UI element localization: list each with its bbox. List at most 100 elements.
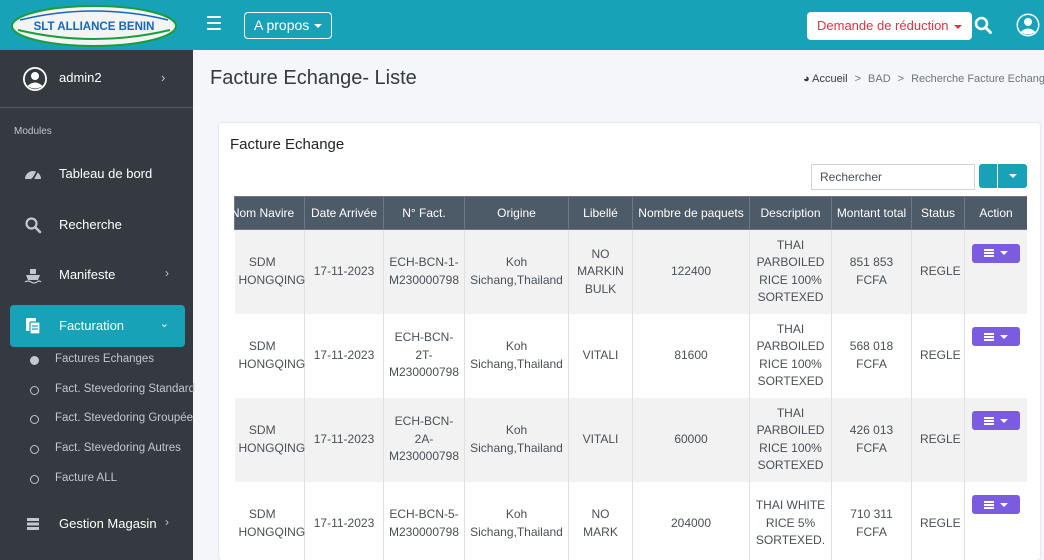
export-split-button[interactable] (979, 164, 1027, 188)
export-dropdown-toggle[interactable] (998, 164, 1027, 188)
sidebar-subitem-label: Fact. Stevedoring Standard (55, 383, 195, 395)
cell-paquets: 60000 (632, 397, 750, 482)
chevron-right-icon: › (161, 70, 166, 85)
invoice-table: Nom Navire Date Arrivée N° Fact. Origine… (234, 196, 1027, 560)
caret-down-icon (953, 24, 962, 29)
sidebar-item-label: Manifeste (59, 267, 116, 282)
column-header[interactable]: Date Arrivée (304, 196, 384, 230)
cell-fact: ECH-BCN-2T-M230000798 (383, 313, 465, 398)
cell-status: REGLE (911, 481, 965, 560)
table-header-row: Nom Navire Date Arrivée N° Fact. Origine… (234, 196, 1027, 230)
column-header[interactable]: Action (964, 196, 1027, 230)
column-header[interactable]: Description (749, 196, 832, 230)
cell-libelle: VITALI (568, 397, 633, 482)
cell-action (964, 397, 1027, 482)
circle-outline-icon (30, 445, 39, 454)
circle-outline-icon (30, 475, 39, 484)
column-header[interactable]: Status (911, 196, 965, 230)
apropos-label: A propos (254, 17, 310, 33)
breadcrumb-bad[interactable]: BAD (868, 73, 891, 85)
export-button[interactable] (979, 164, 997, 188)
circle-outline-icon (30, 415, 39, 424)
list-icon (984, 332, 994, 341)
user-panel[interactable]: admin2 › (0, 50, 193, 108)
cell-status: REGLE (911, 397, 965, 482)
sidebar-item-label: Gestion Magasin (59, 516, 157, 531)
caret-down-icon (1008, 174, 1017, 178)
sidebar-item-facturation[interactable]: Facturation ⌄ (10, 305, 185, 347)
caret-down-icon (1000, 418, 1008, 423)
cell-paquets: 81600 (632, 313, 750, 398)
cell-libelle: NO MARKIN BULK (568, 229, 633, 314)
row-action-button[interactable] (972, 327, 1020, 346)
user-avatar-icon (23, 67, 47, 91)
cell-date: 17-11-2023 (304, 229, 384, 314)
cell-action (964, 229, 1027, 314)
invoice-icon (26, 318, 41, 335)
company-logo[interactable]: SLT ALLIANCE BENIN (10, 4, 178, 48)
cell-navire: SDM HONGQING (234, 313, 305, 398)
column-header[interactable]: Libellé (568, 196, 633, 230)
menu-toggle-icon[interactable] (207, 16, 221, 30)
cell-origine: Koh Sichang,Thailand (464, 313, 569, 398)
list-icon (984, 249, 994, 257)
row-action-button[interactable] (972, 411, 1020, 430)
sidebar: admin2 › Modules Tableau de bord Recherc… (0, 50, 195, 560)
sidebar-subitem-label: Fact. Stevedoring Groupée (55, 412, 194, 424)
cell-description: THAI WHITE RICE 5% SORTEXED. (749, 481, 832, 560)
cell-navire: SDM HONGQING (234, 397, 305, 482)
cell-montant: 851 853 FCFA (831, 229, 912, 314)
cell-origine: Koh Sichang,Thailand (464, 229, 569, 314)
cell-status: REGLE (911, 229, 965, 314)
breadcrumb-separator: > (854, 73, 862, 85)
user-account-icon[interactable] (1015, 12, 1041, 38)
sidebar-item-label: Facturation (59, 318, 125, 333)
reduction-request-button[interactable]: Demande de réduction (807, 12, 972, 40)
cell-origine: Koh Sichang,Thailand (464, 481, 569, 560)
apropos-dropdown[interactable]: A propos (244, 12, 333, 39)
search-icon[interactable] (974, 16, 992, 34)
chevron-right-icon: › (165, 515, 169, 529)
column-header[interactable]: N° Fact. (383, 196, 465, 230)
reduction-label: Demande de réduction (817, 18, 949, 33)
sidebar-item-manifeste[interactable]: Manifeste › (10, 254, 185, 296)
table-row: SDM HONGQING 17-11-2023 ECH-BCN-5-M23000… (234, 481, 1027, 560)
sidebar-subitem-label: Facture ALL (55, 472, 118, 484)
column-header[interactable]: Montant total (831, 196, 912, 230)
row-action-button[interactable] (972, 495, 1020, 514)
cell-fact: ECH-BCN-2A-M230000798 (383, 397, 465, 482)
list-icon (984, 416, 994, 425)
column-header[interactable]: Nom Navire (234, 196, 305, 230)
column-header[interactable]: Origine (464, 196, 569, 230)
invoice-table-wrapper[interactable]: Nom Navire Date Arrivée N° Fact. Origine… (234, 196, 1027, 560)
invoice-card: Facture Echange Nom Navire Date Arrivée … (219, 123, 1040, 560)
ship-icon (24, 269, 42, 284)
top-navbar: SLT ALLIANCE BENIN A propos Demande de r… (0, 0, 1044, 50)
cell-description: THAI PARBOILED RICE 100% SORTEXED (749, 313, 832, 398)
cell-montant: 568 018 FCFA (831, 313, 912, 398)
sidebar-item-label: Tableau de bord (59, 166, 153, 181)
cell-status: REGLE (911, 313, 965, 398)
breadcrumb-home[interactable]: ◕ Accueil (803, 73, 848, 85)
search-icon (25, 217, 42, 234)
cell-origine: Koh Sichang,Thailand (464, 397, 569, 482)
cell-description: THAI PARBOILED RICE 100% SORTEXED (749, 397, 832, 482)
column-header[interactable]: Nombre de paquets (632, 196, 750, 230)
page-title: Facture Echange- Liste (210, 67, 417, 89)
sidebar-item-gestion-magasin[interactable]: Gestion Magasin › (10, 503, 185, 545)
list-icon (984, 500, 994, 509)
table-row: SDM HONGQING 17-11-2023 ECH-BCN-2A-M2300… (234, 397, 1027, 482)
row-action-button[interactable] (972, 243, 1020, 263)
dashboard-icon (25, 171, 41, 181)
search-input[interactable] (811, 164, 975, 190)
sidebar-item-recherche[interactable]: Recherche (10, 204, 185, 246)
chevron-right-icon: › (165, 266, 169, 280)
sidebar-item-tableau-de-bord[interactable]: Tableau de bord (10, 153, 185, 195)
cell-paquets: 122400 (632, 229, 750, 314)
cell-description: THAI PARBOILED RICE 100% SORTEXED (749, 229, 832, 314)
dashboard-icon: ◕ (803, 73, 810, 85)
cell-montant: 710 311 FCFA (831, 481, 912, 560)
cell-navire: SDM HONGQING (234, 229, 305, 314)
sidebar-subitem-label: Fact. Stevedoring Autres (55, 442, 181, 454)
breadcrumb-current: Recherche Facture Echange (911, 73, 1044, 85)
